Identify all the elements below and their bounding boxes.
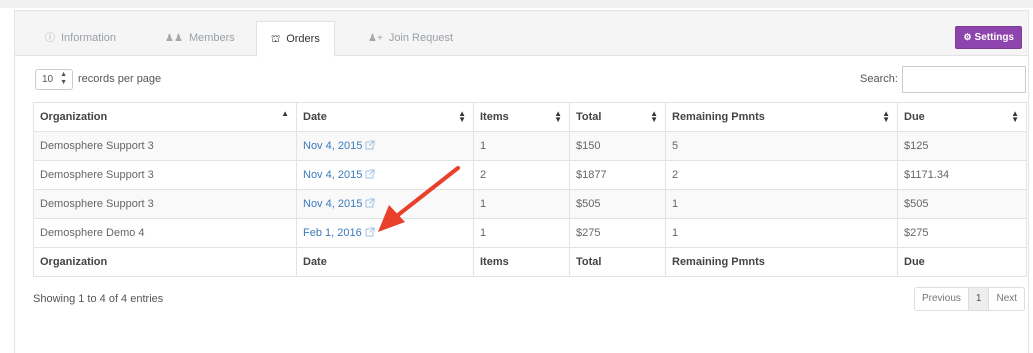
cell-organization: Demosphere Support 3 — [33, 189, 297, 219]
previous-page-button[interactable]: Previous — [915, 288, 969, 310]
header-items-label: Items — [480, 111, 509, 123]
order-date-link[interactable]: Nov 4, 2015 — [303, 198, 362, 210]
records-per-page-value: 10 — [42, 74, 54, 85]
order-date-link[interactable]: Nov 4, 2015 — [303, 140, 362, 152]
table-header-row: Organization ▲ Date ▲ ▼ Items ▲ ▼ Total ▲ ▼ Rem… — [33, 102, 1027, 132]
tab-join-request[interactable]: ♟+ Join Request — [368, 21, 453, 56]
tab-members-label: Members — [188, 32, 235, 44]
header-total-label: Total — [576, 111, 602, 123]
external-link-icon[interactable] — [365, 198, 375, 208]
top-strip — [0, 0, 1033, 8]
footer-due: Due — [897, 247, 1027, 277]
table-footer-row: Organization Date Items Total Remaining … — [33, 247, 1027, 277]
header-organization[interactable]: Organization ▲ — [33, 102, 297, 132]
order-date-link[interactable]: Nov 4, 2015 — [303, 169, 362, 181]
cell-organization: Demosphere Support 3 — [33, 160, 297, 190]
cell-due: $125 — [897, 131, 1027, 161]
gear-icon: ⚙ — [963, 32, 972, 42]
sort-icon: ▲ ▼ — [458, 109, 466, 124]
external-link-icon[interactable] — [365, 140, 375, 150]
cell-items: 1 — [473, 218, 570, 248]
tab-orders-label: Orders — [286, 33, 320, 45]
select-arrows-icon: ▲ ▼ — [60, 71, 67, 86]
cell-items: 1 — [473, 189, 570, 219]
cell-date: Nov 4, 2015 — [296, 131, 474, 161]
info-icon: ⓘ — [45, 33, 55, 44]
orders-table: Organization ▲ Date ▲ ▼ Items ▲ ▼ Total ▲ ▼ Rem… — [33, 102, 1027, 277]
header-due[interactable]: Due ▲ ▼ — [897, 102, 1027, 132]
header-items[interactable]: Items ▲ ▼ — [473, 102, 570, 132]
cell-due: $1171.34 — [897, 160, 1027, 190]
header-total[interactable]: Total ▲ ▼ — [569, 102, 666, 132]
footer-items: Items — [473, 247, 570, 277]
external-link-icon[interactable] — [365, 227, 375, 237]
page-1-button[interactable]: 1 — [968, 288, 990, 310]
tab-bar: ⓘ Information ♟♟ Members ⛫ Orders ♟+ Join Re… — [15, 11, 1028, 57]
cell-date: Nov 4, 2015 — [296, 160, 474, 190]
cell-total: $275 — [569, 218, 666, 248]
footer-total: Total — [569, 247, 666, 277]
header-remaining-pmnts[interactable]: Remaining Pmnts ▲ ▼ — [665, 102, 898, 132]
organization-panel: ⓘ Information ♟♟ Members ⛫ Orders ♟+ Join Re… — [14, 10, 1029, 353]
footer-organization: Organization — [33, 247, 297, 277]
cell-organization: Demosphere Support 3 — [33, 131, 297, 161]
cart-icon: ⛫ — [271, 34, 281, 45]
pagination: Previous 1 Next — [914, 287, 1026, 311]
user-plus-icon: ♟+ — [368, 33, 383, 44]
settings-button-label: Settings — [974, 32, 1014, 43]
tab-members[interactable]: ♟♟ Members — [165, 21, 235, 56]
sort-asc-icon: ▲ — [281, 109, 289, 118]
sort-icon: ▲ ▼ — [882, 109, 890, 124]
cell-remaining: 5 — [665, 131, 898, 161]
sort-icon: ▲ ▼ — [650, 109, 658, 124]
cell-remaining: 1 — [665, 189, 898, 219]
settings-button[interactable]: ⚙ Settings — [955, 26, 1022, 49]
cell-items: 2 — [473, 160, 570, 190]
next-page-button[interactable]: Next — [989, 288, 1024, 310]
cell-date: Nov 4, 2015 — [296, 189, 474, 219]
cell-total: $1877 — [569, 160, 666, 190]
cell-remaining: 2 — [665, 160, 898, 190]
table-row: Demosphere Support 3 Nov 4, 2015 2 $1877… — [33, 160, 1027, 190]
cell-due: $275 — [897, 218, 1027, 248]
cell-items: 1 — [473, 131, 570, 161]
cell-total: $505 — [569, 189, 666, 219]
cell-total: $150 — [569, 131, 666, 161]
header-organization-label: Organization — [40, 111, 108, 123]
cell-due: $505 — [897, 189, 1027, 219]
cell-remaining: 1 — [665, 218, 898, 248]
members-icon: ♟♟ — [165, 33, 183, 44]
table-info: Showing 1 to 4 of 4 entries — [33, 293, 164, 305]
header-remaining-label: Remaining Pmnts — [672, 111, 765, 123]
footer-remaining-pmnts: Remaining Pmnts — [665, 247, 898, 277]
header-due-label: Due — [904, 111, 925, 123]
search-input[interactable] — [902, 66, 1026, 93]
header-date-label: Date — [303, 111, 327, 123]
search-label: Search: — [860, 73, 898, 85]
tab-information[interactable]: ⓘ Information — [45, 21, 116, 56]
table-row: Demosphere Support 3 Nov 4, 2015 1 $150 … — [33, 131, 1027, 161]
header-date[interactable]: Date ▲ ▼ — [296, 102, 474, 132]
cell-date: Feb 1, 2016 — [296, 218, 474, 248]
cell-organization: Demosphere Demo 4 — [33, 218, 297, 248]
sort-icon: ▲ ▼ — [554, 109, 562, 124]
table-row: Demosphere Support 3 Nov 4, 2015 1 $505 … — [33, 189, 1027, 219]
footer-date: Date — [296, 247, 474, 277]
order-date-link[interactable]: Feb 1, 2016 — [303, 227, 362, 239]
external-link-icon[interactable] — [365, 169, 375, 179]
tab-orders[interactable]: ⛫ Orders — [256, 21, 335, 57]
records-per-page-select[interactable]: 10 ▲ ▼ — [35, 69, 73, 90]
table-row: Demosphere Demo 4 Feb 1, 2016 1 $275 1 $… — [33, 218, 1027, 248]
sort-icon: ▲ ▼ — [1011, 109, 1019, 124]
tab-join-request-label: Join Request — [388, 32, 454, 44]
tab-information-label: Information — [61, 32, 117, 44]
records-per-page-label: records per page — [78, 73, 162, 85]
